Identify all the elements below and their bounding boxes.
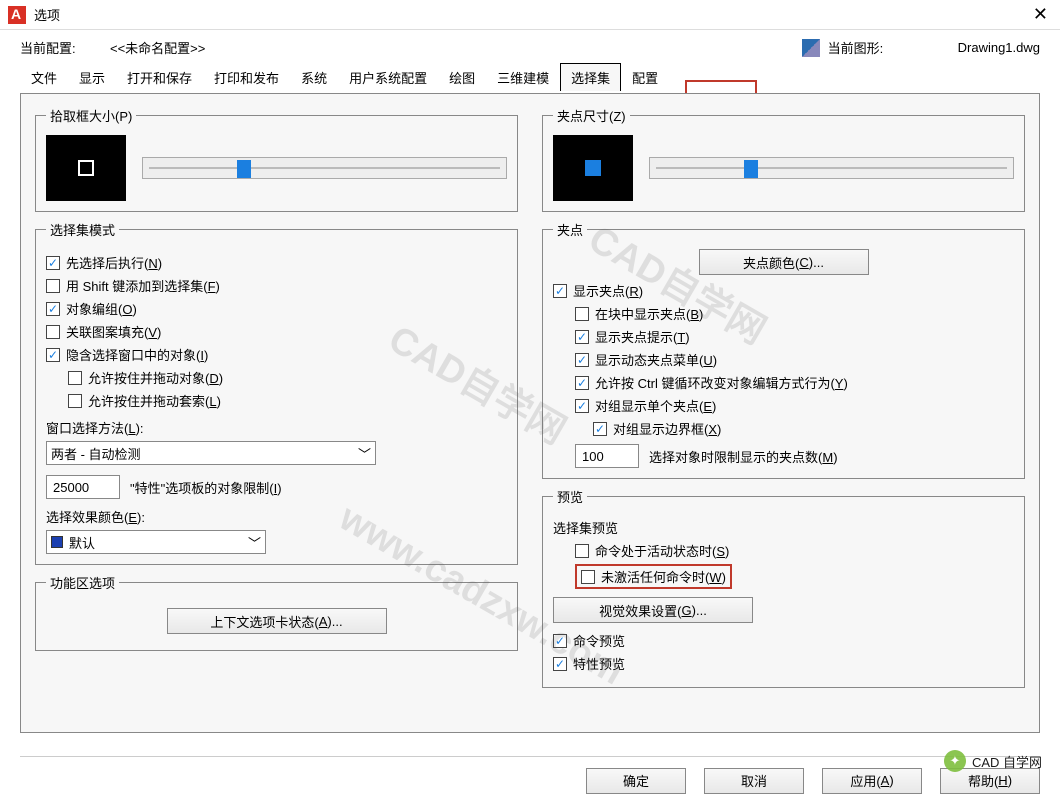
chevron-down-icon: ﹀	[358, 444, 371, 463]
annotation-red-highlight: 未激活任何命令时(W)	[575, 564, 732, 589]
grip-option-checkbox-6[interactable]: 对组显示边界框(X)	[593, 419, 1014, 438]
tab-profiles[interactable]: 配置	[621, 63, 669, 91]
object-limit-input[interactable]: 25000	[46, 475, 120, 499]
preview-inactive-checkbox[interactable]: 未激活任何命令时(W)	[581, 567, 726, 586]
grip-size-group: 夹点尺寸(Z)	[542, 106, 1025, 212]
selection-mode-checkbox-4[interactable]: 隐含选择窗口中的对象(I)	[46, 345, 507, 364]
ribbon-options-legend: 功能区选项	[46, 573, 119, 592]
pickbox-size-legend: 拾取框大小(P)	[46, 106, 136, 125]
pickbox-size-slider[interactable]	[142, 157, 507, 179]
window-method-select[interactable]: 两者 - 自动检测 ﹀	[46, 441, 376, 465]
preview-active-checkbox[interactable]: 命令处于活动状态时(S)	[575, 541, 1014, 560]
command-preview-checkbox[interactable]: 命令预览	[553, 631, 1014, 650]
selection-mode-checkbox-2[interactable]: 对象编组(O)	[46, 299, 507, 318]
tab-print-publish[interactable]: 打印和发布	[203, 63, 290, 91]
tab-drafting[interactable]: 绘图	[438, 63, 486, 91]
selection-mode-legend: 选择集模式	[46, 220, 119, 239]
ribbon-options-group: 功能区选项 上下文选项卡状态(A)...	[35, 573, 518, 651]
grip-preview	[553, 135, 633, 201]
tab-system[interactable]: 系统	[290, 63, 338, 91]
grip-option-checkbox-5[interactable]: 对组显示单个夹点(E)	[575, 396, 1014, 415]
current-drawing-value: Drawing1.dwg	[958, 40, 1040, 55]
grip-limit-label: 选择对象时限制显示的夹点数(M)	[649, 447, 838, 466]
grip-option-checkbox-2[interactable]: 显示夹点提示(T)	[575, 327, 1014, 346]
current-config-value: <<未命名配置>>	[110, 38, 370, 57]
tab-user-prefs[interactable]: 用户系统配置	[338, 63, 438, 91]
selection-mode-checkbox-0[interactable]: 先选择后执行(N)	[46, 253, 507, 272]
current-config-label: 当前配置:	[20, 38, 110, 57]
property-preview-checkbox[interactable]: 特性预览	[553, 654, 1014, 673]
selection-mode-checkbox-3[interactable]: 关联图案填充(V)	[46, 322, 507, 341]
pickbox-size-group: 拾取框大小(P)	[35, 106, 518, 212]
visual-effect-settings-button[interactable]: 视觉效果设置(G)...	[553, 597, 753, 623]
tab-file[interactable]: 文件	[20, 63, 68, 91]
grip-option-checkbox-4[interactable]: 允许按 Ctrl 键循环改变对象编辑方式行为(Y)	[575, 373, 1014, 392]
grip-option-checkbox-0[interactable]: 显示夹点(R)	[553, 281, 1014, 300]
selection-effect-color-select[interactable]: 默认 ﹀	[46, 530, 266, 554]
preview-legend: 预览	[553, 487, 587, 506]
preview-group: 预览 选择集预览 命令处于活动状态时(S) 未激活任何命令时(W) 视觉效果设置…	[542, 487, 1025, 688]
grips-legend: 夹点	[553, 220, 587, 239]
apply-button[interactable]: 应用(A)	[822, 768, 922, 794]
grip-option-checkbox-3[interactable]: 显示动态夹点菜单(U)	[575, 350, 1014, 369]
contextual-tab-states-button[interactable]: 上下文选项卡状态(A)...	[167, 608, 387, 634]
object-limit-label: "特性"选项板的对象限制(I)	[130, 478, 282, 497]
grip-limit-input[interactable]: 100	[575, 444, 639, 468]
tab-strip: 文件 显示 打开和保存 打印和发布 系统 用户系统配置 绘图 三维建模 选择集 …	[0, 63, 1060, 91]
tab-open-save[interactable]: 打开和保存	[116, 63, 203, 91]
window-title: 选项	[34, 5, 60, 24]
window-method-label: 窗口选择方法(L):	[46, 418, 507, 437]
grip-size-slider[interactable]	[649, 157, 1014, 179]
selection-mode-checkbox-6[interactable]: 允许按住并拖动套索(L)	[68, 391, 507, 410]
drawing-icon	[802, 39, 820, 57]
grip-option-checkbox-1[interactable]: 在块中显示夹点(B)	[575, 304, 1014, 323]
selection-mode-checkbox-5[interactable]: 允许按住并拖动对象(D)	[68, 368, 507, 387]
current-drawing-label: 当前图形:	[828, 38, 918, 57]
selection-effect-color-label: 选择效果颜色(E):	[46, 507, 507, 526]
grip-colors-button[interactable]: 夹点颜色(C)...	[699, 249, 869, 275]
color-swatch	[51, 536, 63, 548]
selection-mode-checkbox-1[interactable]: 用 Shift 键添加到选择集(F)	[46, 276, 507, 295]
tab-selection[interactable]: 选择集	[560, 63, 621, 91]
app-icon	[8, 6, 26, 24]
pickbox-preview	[46, 135, 126, 201]
help-button[interactable]: 帮助(H)	[940, 768, 1040, 794]
cancel-button[interactable]: 取消	[704, 768, 804, 794]
selection-preview-sub: 选择集预览	[553, 518, 1014, 537]
tab-3d-modeling[interactable]: 三维建模	[486, 63, 560, 91]
grips-group: 夹点 夹点颜色(C)... 显示夹点(R) 在块中显示夹点(B) 显示夹点提示(T)…	[542, 220, 1025, 479]
grip-size-legend: 夹点尺寸(Z)	[553, 106, 630, 125]
close-icon[interactable]: ✕	[1029, 4, 1052, 25]
tab-display[interactable]: 显示	[68, 63, 116, 91]
selection-mode-group: 选择集模式 先选择后执行(N) 用 Shift 键添加到选择集(F) 对象编组(O)…	[35, 220, 518, 565]
chevron-down-icon: ﹀	[248, 533, 261, 552]
ok-button[interactable]: 确定	[586, 768, 686, 794]
